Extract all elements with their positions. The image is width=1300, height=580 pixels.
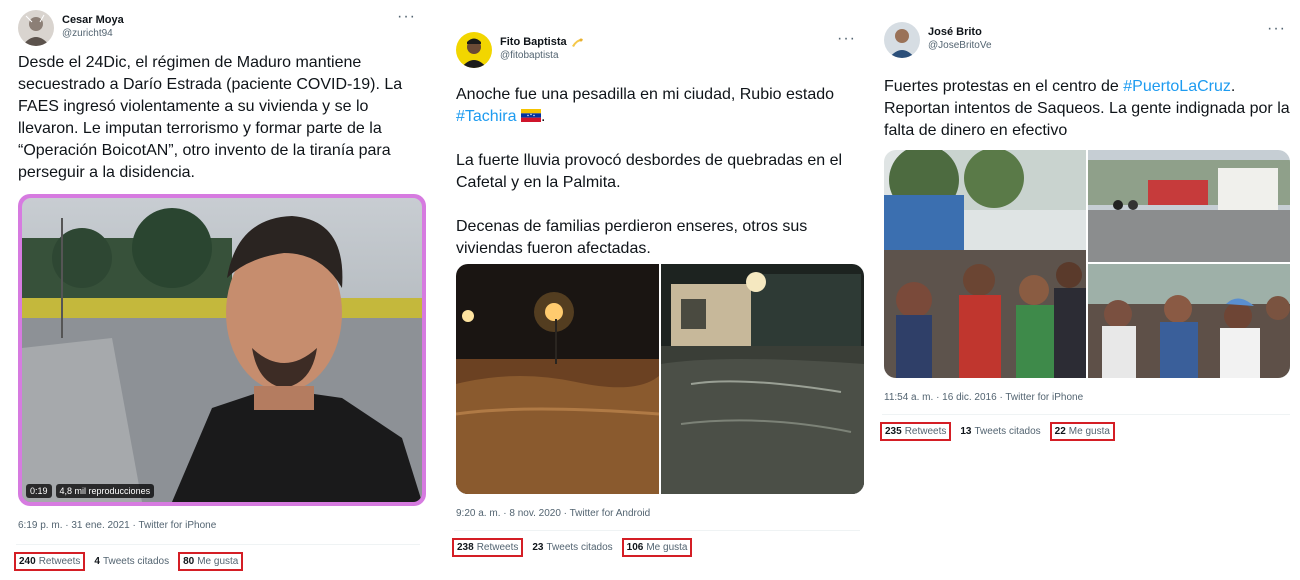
- retweets-stat[interactable]: 238 Retweets: [452, 538, 524, 557]
- tweet-photo[interactable]: [1088, 264, 1290, 378]
- author: José Brito @JoseBritoVe: [928, 26, 992, 52]
- emoji-icon: [571, 38, 583, 47]
- likes-count: 80: [183, 556, 195, 567]
- display-name[interactable]: Cesar Moya: [62, 14, 124, 27]
- likes-stat[interactable]: 22 Me gusta: [1049, 422, 1115, 441]
- tweet-photo[interactable]: [661, 264, 864, 494]
- tweet-photo[interactable]: [1088, 150, 1290, 262]
- tweet-timestamp[interactable]: 11:54 a. m. · 16 dic. 2016 · Twitter for…: [884, 392, 1083, 403]
- username[interactable]: @JoseBritoVe: [928, 39, 992, 52]
- quotes-label: Tweets citados: [546, 542, 613, 553]
- retweets-label: Retweets: [904, 426, 947, 437]
- author: Cesar Moya @zuricht94: [62, 14, 124, 40]
- tweet-video[interactable]: 0:19 4,8 mil reproducciones: [18, 194, 426, 506]
- divider: [16, 544, 420, 545]
- retweets-stat[interactable]: 235 Retweets: [880, 422, 952, 441]
- retweets-stat[interactable]: 240 Retweets: [14, 552, 86, 571]
- tweet-text-part: Fuertes protestas en el centro de: [884, 78, 1124, 95]
- tweet-text: Anoche fue una pesadilla en mi ciudad, R…: [456, 84, 860, 260]
- tweet-photos: [456, 264, 864, 494]
- avatar[interactable]: [884, 22, 920, 58]
- quotes-count: 23: [532, 542, 544, 553]
- likes-label: Me gusta: [197, 556, 239, 567]
- quotes-count: 13: [960, 426, 972, 437]
- retweets-count: 240: [19, 556, 36, 567]
- likes-count: 22: [1054, 426, 1066, 437]
- tweet-paragraph: La fuerte lluvia provocó desbordes de qu…: [456, 152, 843, 191]
- likes-label: Me gusta: [1068, 426, 1110, 437]
- tweet-jose-brito: José Brito @JoseBritoVe ··· Fuertes prot…: [872, 12, 1300, 456]
- username[interactable]: @zuricht94: [62, 27, 124, 40]
- more-icon[interactable]: ···: [397, 9, 416, 25]
- tweet-paragraph: Decenas de familias perdieron enseres, o…: [456, 218, 808, 257]
- tweet-header: Cesar Moya @zuricht94 ···: [18, 9, 420, 50]
- tweet-text: Fuertes protestas en el centro de #Puert…: [884, 76, 1290, 142]
- retweets-count: 235: [885, 426, 902, 437]
- likes-stat[interactable]: 106 Me gusta: [621, 538, 693, 557]
- quotes-stat[interactable]: 13 Tweets citados: [957, 424, 1043, 439]
- display-name[interactable]: Fito Baptista: [500, 36, 584, 49]
- tweet-stats: 238 Retweets 23 Tweets citados 106 Me gu…: [452, 538, 693, 557]
- video-badge: 0:19 4,8 mil reproducciones: [26, 484, 155, 498]
- likes-count: 106: [626, 542, 644, 553]
- hashtag-link[interactable]: #PuertoLaCruz: [1123, 78, 1231, 95]
- quotes-label: Tweets citados: [102, 556, 170, 567]
- username[interactable]: @fitobaptista: [500, 49, 584, 62]
- video-views: 4,8 mil reproducciones: [55, 484, 155, 498]
- tweet-header: Fito Baptista @fitobaptista ···: [456, 31, 860, 72]
- video-duration: 0:19: [26, 484, 52, 498]
- tweet-stats: 235 Retweets 13 Tweets citados 22 Me gus…: [880, 422, 1115, 441]
- tweet-photo[interactable]: [884, 150, 1086, 378]
- tweet-paragraph: Anoche fue una pesadilla en mi ciudad, R…: [456, 86, 835, 125]
- more-icon[interactable]: ···: [837, 31, 856, 47]
- display-name-text: Fito Baptista: [500, 36, 567, 48]
- tweet-line: Anoche fue una pesadilla en mi ciudad, R…: [456, 86, 835, 103]
- retweets-count: 238: [457, 542, 474, 553]
- hashtag-link[interactable]: #Tachira: [456, 108, 516, 125]
- quotes-stat[interactable]: 23 Tweets citados: [529, 540, 615, 555]
- avatar[interactable]: [18, 10, 54, 46]
- more-icon[interactable]: ···: [1267, 21, 1286, 37]
- tweet-photos: [884, 150, 1290, 378]
- flag-icon: [520, 109, 541, 122]
- quotes-stat[interactable]: 4 Tweets citados: [91, 554, 172, 569]
- tweet-paragraph: Fuertes protestas en el centro de #Puert…: [884, 76, 1290, 142]
- divider: [454, 530, 860, 531]
- quotes-count: 4: [94, 556, 100, 567]
- tweet-cesar-moya: Cesar Moya @zuricht94 ··· Desde el 24Dic…: [6, 0, 430, 580]
- tweet-timestamp[interactable]: 6:19 p. m. · 31 ene. 2021 · Twitter for …: [18, 520, 216, 531]
- divider: [882, 414, 1290, 415]
- tweet-fito-baptista: Fito Baptista @fitobaptista ··· Anoche f…: [444, 22, 870, 580]
- likes-stat[interactable]: 80 Me gusta: [178, 552, 244, 571]
- tweet-text: Desde el 24Dic, el régimen de Maduro man…: [18, 52, 420, 184]
- tweet-timestamp[interactable]: 9:20 a. m. · 8 nov. 2020 · Twitter for A…: [456, 508, 650, 519]
- tweet-stats: 240 Retweets 4 Tweets citados 80 Me gust…: [14, 552, 244, 571]
- retweets-label: Retweets: [476, 542, 519, 553]
- retweets-label: Retweets: [38, 556, 81, 567]
- author: Fito Baptista @fitobaptista: [500, 36, 584, 62]
- likes-label: Me gusta: [646, 542, 688, 553]
- display-name[interactable]: José Brito: [928, 26, 992, 39]
- quotes-label: Tweets citados: [974, 426, 1041, 437]
- tweet-photo[interactable]: [456, 264, 659, 494]
- avatar[interactable]: [456, 32, 492, 68]
- tweet-header: José Brito @JoseBritoVe ···: [884, 21, 1290, 62]
- tweet-paragraph: Desde el 24Dic, el régimen de Maduro man…: [18, 54, 403, 181]
